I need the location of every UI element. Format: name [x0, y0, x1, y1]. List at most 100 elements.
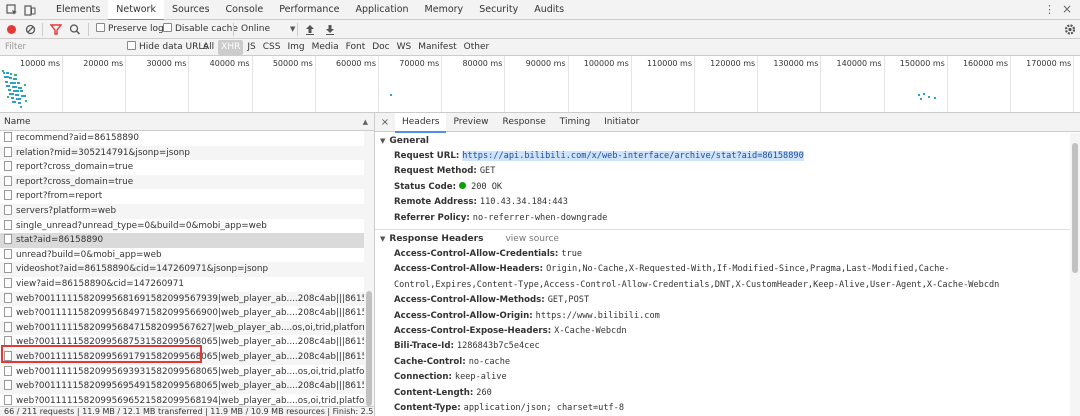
request-name: web?001111158209956954915820995680​65|we…: [16, 381, 364, 392]
filter-type-doc[interactable]: Doc: [369, 40, 392, 55]
preserve-log-label: Preserve log: [108, 24, 164, 34]
request-row[interactable]: recommend?aid=86158890: [0, 131, 364, 146]
tab-network[interactable]: Network: [108, 0, 164, 21]
export-har-icon[interactable]: [325, 20, 335, 39]
view-source-link[interactable]: view source: [505, 234, 558, 244]
tab-console[interactable]: Console: [218, 0, 272, 20]
filter-type-media[interactable]: Media: [309, 40, 342, 55]
record-icon[interactable]: [6, 20, 17, 39]
detail-tabs: × Headers Preview Response Timing Initiator: [375, 113, 1080, 133]
filter-bar: Filter Hide data URLs All XHR JS CSS Img Medi…: [0, 39, 1080, 56]
tab-elements[interactable]: Elements: [48, 0, 108, 20]
request-row[interactable]: web?001111158209956954915820995680​65|we…: [0, 379, 364, 394]
field-key: Remote Address:: [394, 197, 477, 208]
inspect-element-icon[interactable]: [6, 4, 18, 16]
tab-application[interactable]: Application: [347, 0, 416, 20]
header-value: keep-alive: [454, 372, 507, 383]
expand-triangle-icon: ▼: [380, 137, 386, 145]
device-toolbar-icon[interactable]: [24, 4, 36, 16]
file-icon: [4, 175, 12, 186]
request-row[interactable]: web?001111158209956965215820995681​94|we…: [0, 394, 364, 406]
general-field: Request URL: https://api.bilibili.com/x/w…: [375, 149, 1070, 164]
request-row[interactable]: videoshot?aid=86158890&cid=147260971&jso…: [0, 262, 364, 277]
close-devtools-icon[interactable]: ×: [1062, 2, 1072, 16]
header-key: Access-Control-Allow-Credentials:: [394, 249, 559, 260]
filter-type-font[interactable]: Font: [343, 40, 369, 55]
devtools-tab-bar: Elements Network Sources Console Performance…: [0, 0, 1080, 21]
filter-type-css[interactable]: CSS: [260, 40, 284, 55]
detail-tab-headers[interactable]: Headers: [395, 113, 447, 133]
settings-gear-icon[interactable]: [1064, 20, 1076, 39]
request-row[interactable]: view?aid=86158890&cid=147260971: [0, 277, 364, 292]
close-detail-icon[interactable]: ×: [375, 113, 395, 131]
request-row[interactable]: web?001111158209956816915820995679​39|we…: [0, 291, 364, 307]
scroll-thumb[interactable]: [366, 291, 372, 406]
response-header-field: Content-Length: 260: [375, 386, 1070, 401]
tab-audits[interactable]: Audits: [526, 0, 572, 20]
filter-type-all[interactable]: All: [200, 40, 217, 55]
file-icon: [4, 146, 12, 157]
request-row[interactable]: web?001111158209956849715820995669​00|we…: [0, 306, 364, 321]
request-row[interactable]: report?cross_domain=true: [0, 174, 364, 190]
request-row[interactable]: web?001111158209956847158209956762​7|web…: [0, 320, 364, 336]
request-row[interactable]: stat?aid=86158890: [0, 233, 364, 248]
header-key: Access-Control-Allow-Origin:: [394, 310, 533, 321]
disable-cache-checkbox[interactable]: Disable cache: [163, 20, 238, 39]
general-section-title: General: [389, 136, 429, 146]
response-headers-section-header[interactable]: ▼ Response Headers view source: [375, 231, 1070, 247]
field-value: no-referrer-when-downgrade: [472, 212, 608, 223]
filter-type-manifest[interactable]: Manifest: [415, 40, 459, 55]
detail-scrollbar[interactable]: [1070, 133, 1080, 416]
request-row[interactable]: relation?mid=305214791&jsonp=jsonp: [0, 145, 364, 161]
tab-sources[interactable]: Sources: [164, 0, 218, 20]
tab-performance[interactable]: Performance: [271, 0, 347, 20]
more-options-icon[interactable]: ⋮: [1044, 3, 1055, 16]
file-icon: [4, 234, 12, 245]
request-list-scrollbar[interactable]: [364, 131, 374, 406]
throttling-select[interactable]: Online ▼: [241, 20, 295, 39]
preserve-log-checkbox[interactable]: Preserve log: [96, 20, 164, 39]
scroll-thumb[interactable]: [1072, 143, 1078, 273]
filter-type-img[interactable]: Img: [284, 40, 307, 55]
general-field: Request Method: GET: [375, 164, 1070, 179]
response-header-field: Access-Control-Expose-Headers: X-Cache-We…: [375, 324, 1070, 339]
filter-type-ws[interactable]: WS: [394, 40, 415, 55]
response-header-field: Access-Control-Allow-Credentials: true: [375, 247, 1070, 262]
field-key: Status Code:: [394, 181, 457, 192]
filter-type-other[interactable]: Other: [461, 40, 493, 55]
detail-tab-timing[interactable]: Timing: [553, 113, 597, 132]
hide-data-urls-checkbox[interactable]: Hide data URLs: [127, 39, 208, 56]
response-header-field: Cache-Control: no-cache: [375, 355, 1070, 370]
import-har-icon[interactable]: [305, 20, 315, 39]
detail-tab-preview[interactable]: Preview: [446, 113, 495, 132]
search-icon[interactable]: [69, 20, 81, 39]
field-value: 110.43.34.184:443: [479, 197, 568, 208]
filter-input[interactable]: Filter: [5, 41, 115, 54]
request-row[interactable]: web?001111158209956939315820995680​65|we…: [0, 365, 364, 380]
request-row[interactable]: report?from=report: [0, 189, 364, 204]
request-row[interactable]: servers?platform=web: [0, 203, 364, 219]
request-name: single_unread?unread_type=0&build=0&mobi…: [16, 220, 267, 231]
header-value: application/json; charset=utf-8: [463, 403, 625, 414]
field-value[interactable]: https://api.bilibili.com/x/web-interface…: [462, 151, 804, 161]
request-row[interactable]: single_unread?unread_type=0&build=0&mobi…: [0, 219, 364, 234]
general-section-header[interactable]: ▼ General: [375, 133, 1070, 149]
tab-memory[interactable]: Memory: [417, 0, 472, 20]
toolbar-divider: [297, 23, 298, 36]
filter-type-xhr[interactable]: XHR: [218, 40, 244, 55]
overview-request-bars: [2, 70, 936, 108]
clear-icon[interactable]: [25, 20, 36, 39]
detail-tab-initiator[interactable]: Initiator: [597, 113, 646, 132]
request-row[interactable]: unread?build=0&mobi_app=web: [0, 248, 364, 263]
general-field: Status Code: 200 OK: [375, 180, 1070, 195]
request-name: web?001111158209956847158209956762​7|web…: [16, 322, 364, 333]
request-row[interactable]: report?cross_domain=true: [0, 160, 364, 175]
network-overview-timeline[interactable]: 10000 ms 20000 ms 30000 ms 40000 ms 50000 ms…: [0, 56, 1080, 113]
tab-security[interactable]: Security: [471, 0, 526, 20]
name-column-header[interactable]: Name ▲: [0, 113, 374, 131]
detail-tab-response[interactable]: Response: [496, 113, 553, 132]
filter-icon[interactable]: [49, 20, 63, 39]
file-icon: [4, 204, 12, 215]
header-value: 260: [476, 387, 492, 398]
filter-type-js[interactable]: JS: [244, 40, 258, 55]
